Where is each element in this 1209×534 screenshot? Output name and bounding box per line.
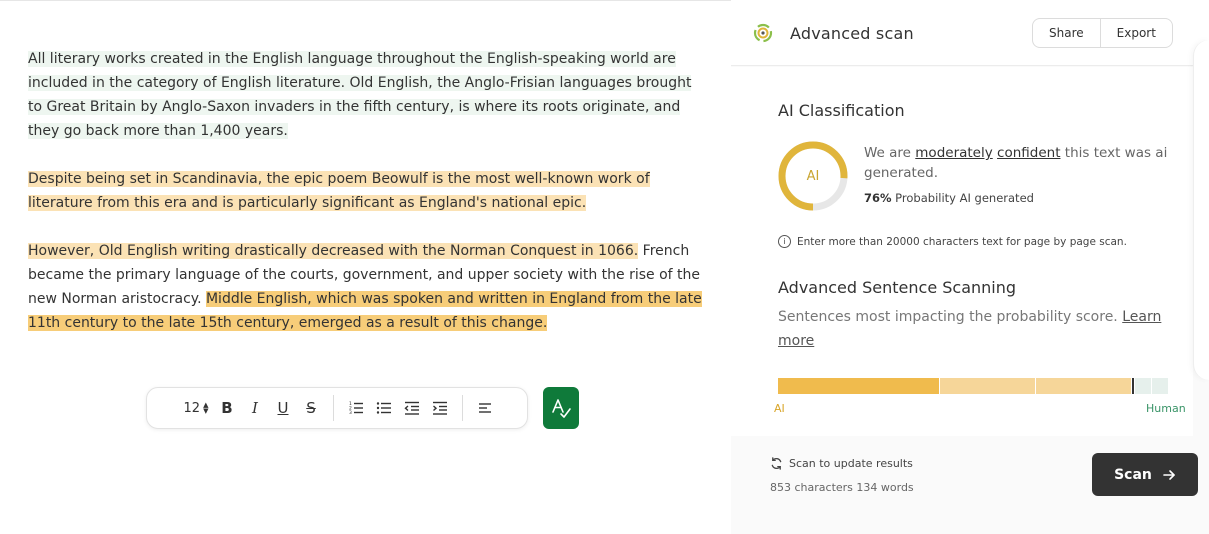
font-size-selector[interactable]: 12 ▲ ▼: [179, 394, 213, 422]
numbered-list-icon: 123: [349, 401, 363, 416]
paragraph[interactable]: However, Old English writing drastically…: [28, 239, 708, 335]
bullet-list-icon: [376, 402, 391, 414]
bullet-list-button[interactable]: [370, 394, 398, 422]
bold-button[interactable]: B: [213, 394, 241, 422]
update-hint: Scan to update results: [770, 457, 913, 470]
update-text: Scan to update results: [789, 457, 913, 470]
probability-line: 76% Probability AI generated: [864, 191, 1034, 205]
toolbar-divider: [333, 395, 334, 421]
outdent-icon: [404, 401, 419, 415]
probability-label: Probability AI generated: [891, 191, 1034, 205]
grammar-check-button[interactable]: [543, 387, 579, 429]
scan-label: Scan: [1114, 466, 1152, 483]
probability-value: 76%: [864, 191, 892, 205]
panel-title: Advanced scan: [790, 24, 914, 43]
confidence-level-word: moderately: [915, 145, 993, 161]
info-icon: i: [778, 235, 791, 248]
score-segment[interactable]: [1036, 378, 1131, 394]
ai-classification-heading: AI Classification: [778, 101, 905, 120]
header-button-group: Share Export: [1032, 18, 1173, 48]
score-segment[interactable]: [1152, 378, 1168, 394]
refresh-icon: [771, 457, 782, 470]
results-card: AI Classification AI We are moderately c…: [731, 67, 1193, 436]
scan-panel: Advanced scan Share Export AI Classifica…: [731, 0, 1209, 534]
panel-footer: Scan to update results 853 characters 13…: [731, 437, 1209, 534]
note-text: Enter more than 20000 characters text fo…: [797, 235, 1127, 248]
svg-text:3: 3: [349, 410, 352, 416]
indent-button[interactable]: [426, 394, 454, 422]
confidence-text: We are moderately confident this text wa…: [864, 143, 1174, 183]
side-card-edge: [1193, 40, 1209, 380]
panel-header: Advanced scan Share Export: [731, 0, 1209, 66]
sentence-scanning-heading: Advanced Sentence Scanning: [778, 278, 1017, 297]
bar-ai-label: AI: [774, 402, 785, 415]
page-scan-note: i Enter more than 20000 characters text …: [778, 235, 1127, 248]
outdent-button[interactable]: [398, 394, 426, 422]
formatting-toolbar: 12 ▲ ▼ B I U S 123: [146, 387, 528, 429]
numbered-list-button[interactable]: 123: [342, 394, 370, 422]
sentence-segment: However, Old English writing drastically…: [28, 243, 639, 259]
bar-human-label: Human: [1146, 402, 1186, 415]
sentence-score-bar[interactable]: [778, 378, 1175, 394]
scan-button[interactable]: Scan: [1092, 453, 1198, 496]
font-size-value: 12: [183, 400, 201, 416]
share-button[interactable]: Share: [1033, 19, 1101, 47]
score-segment[interactable]: [778, 378, 939, 394]
stepper-arrows-icon: ▲ ▼: [203, 401, 209, 415]
paragraph[interactable]: Despite being set in Scandinavia, the ep…: [28, 167, 708, 215]
indent-icon: [433, 401, 447, 415]
sentence-scanning-description: Sentences most impacting the probability…: [778, 305, 1178, 353]
ring-label: AI: [806, 168, 820, 184]
score-segment[interactable]: [1135, 378, 1151, 394]
document-text[interactable]: All literary works created in the Englis…: [28, 47, 708, 359]
strikethrough-button[interactable]: S: [297, 394, 325, 422]
text-counts: 853 characters 134 words: [770, 481, 914, 494]
toolbar-divider: [462, 395, 463, 421]
spellcheck-icon: [552, 399, 571, 418]
italic-button[interactable]: I: [241, 394, 269, 422]
confidence-prefix: We are: [864, 145, 916, 161]
align-left-button[interactable]: [471, 394, 499, 422]
text-editor[interactable]: All literary works created in the Englis…: [0, 0, 731, 534]
score-segment[interactable]: [940, 378, 1035, 394]
sentence-segment: All literary works created in the Englis…: [28, 51, 692, 139]
description-text: Sentences most impacting the probability…: [778, 309, 1123, 325]
score-marker[interactable]: [1132, 378, 1134, 394]
paragraph[interactable]: All literary works created in the Englis…: [28, 47, 708, 143]
align-left-icon: [479, 403, 491, 413]
sentence-segment: Despite being set in Scandinavia, the ep…: [28, 171, 650, 211]
export-button[interactable]: Export: [1101, 19, 1172, 47]
confidence-word: confident: [997, 145, 1061, 161]
arrow-right-icon: [1163, 469, 1175, 480]
underline-button[interactable]: U: [269, 394, 297, 422]
logo-icon: [753, 23, 773, 43]
